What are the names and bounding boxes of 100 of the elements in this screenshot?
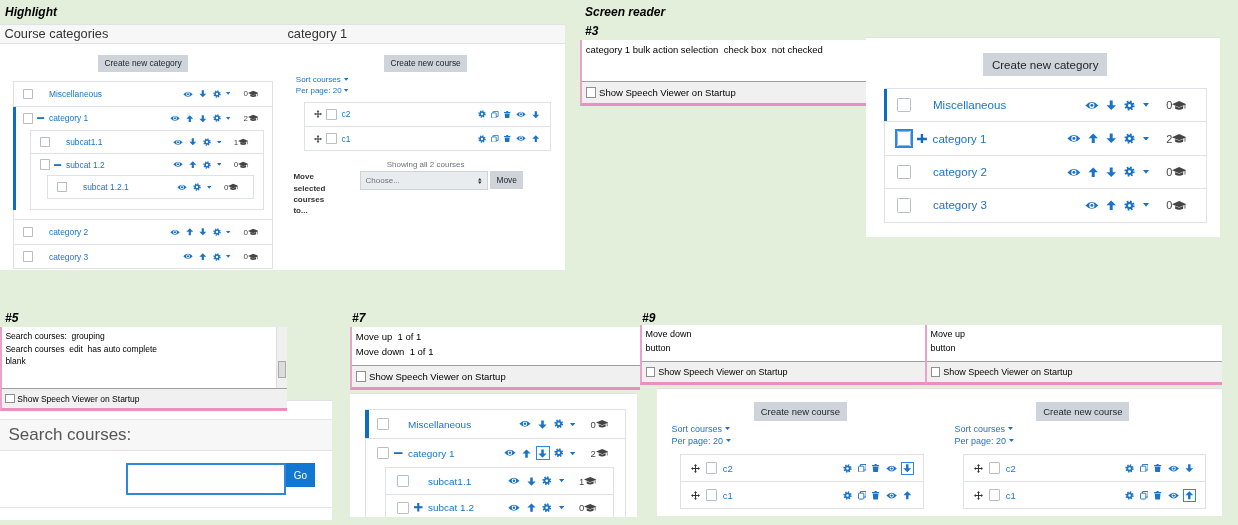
search-field[interactable] — [125, 463, 286, 496]
checkbox[interactable] — [930, 367, 941, 378]
category-link[interactable]: Miscellaneous — [49, 88, 103, 99]
category-link[interactable]: category 2 — [933, 165, 987, 178]
course-link[interactable]: c1 — [1005, 489, 1016, 501]
settings-icon[interactable] — [210, 87, 223, 101]
settings-icon[interactable] — [475, 132, 488, 145]
category-link[interactable]: subcat1.1 — [66, 137, 103, 148]
per-page-link[interactable]: Per page: 20 — [295, 85, 349, 95]
go-button[interactable]: Go — [285, 463, 315, 488]
trash-icon[interactable] — [1152, 461, 1164, 475]
checkbox[interactable] — [5, 394, 15, 404]
category-link[interactable]: subcat 1.2 — [66, 159, 105, 170]
checkbox[interactable] — [326, 109, 337, 120]
course-link[interactable]: c1 — [722, 489, 733, 501]
settings-icon[interactable] — [1121, 197, 1138, 214]
category-link[interactable]: category 1 — [407, 447, 455, 459]
checkbox[interactable] — [39, 136, 50, 148]
caret-icon[interactable] — [206, 185, 212, 189]
caret-icon[interactable] — [226, 255, 231, 258]
caret-icon[interactable] — [1009, 439, 1014, 443]
checkbox[interactable] — [22, 88, 33, 100]
minus-icon[interactable] — [394, 451, 403, 455]
category-link[interactable]: subcat1.1 — [427, 475, 472, 487]
checkbox[interactable] — [56, 182, 67, 193]
checkbox[interactable] — [896, 198, 911, 213]
sort-courses-link[interactable]: Sort courses — [954, 423, 1013, 434]
caret-icon[interactable] — [216, 163, 221, 166]
category-link[interactable]: Miscellaneous — [407, 418, 472, 430]
checkbox[interactable] — [988, 489, 1001, 502]
checkbox[interactable] — [896, 164, 911, 180]
settings-icon[interactable] — [210, 112, 223, 125]
checkbox[interactable] — [585, 87, 597, 98]
category-link[interactable]: subcat 1.2.1 — [83, 182, 129, 193]
trash-icon[interactable] — [870, 461, 882, 475]
down-arrow-icon[interactable] — [900, 461, 914, 475]
move-icon[interactable] — [313, 134, 322, 143]
course-link[interactable]: c2 — [722, 462, 733, 474]
caret-icon[interactable] — [1142, 203, 1149, 208]
caret-icon[interactable] — [1142, 170, 1149, 174]
category-link[interactable]: category 3 — [49, 251, 89, 262]
settings-icon[interactable] — [840, 461, 855, 475]
scrollbar[interactable] — [275, 327, 287, 389]
settings-icon[interactable] — [840, 488, 855, 503]
sort-courses-link[interactable]: Sort courses — [295, 74, 348, 84]
minus-icon[interactable] — [37, 117, 45, 120]
checkbox[interactable] — [376, 447, 389, 460]
settings-icon[interactable] — [475, 108, 488, 121]
create-category-button[interactable]: Create new category — [98, 54, 189, 73]
trash-icon[interactable] — [502, 132, 513, 145]
checkbox[interactable] — [988, 462, 1001, 474]
course-link[interactable]: c2 — [341, 109, 351, 120]
down-arrow-icon[interactable] — [535, 446, 550, 461]
course-link[interactable]: c1 — [341, 133, 351, 144]
trash-icon[interactable] — [502, 108, 513, 121]
category-link[interactable]: category 1 — [932, 132, 987, 145]
sort-courses-link[interactable]: Sort courses — [671, 423, 730, 434]
move-icon[interactable] — [691, 463, 701, 473]
checkbox[interactable] — [396, 474, 409, 488]
plus-icon[interactable] — [916, 133, 927, 144]
up-arrow-icon[interactable] — [519, 446, 534, 461]
checkbox[interactable] — [376, 418, 389, 431]
checkbox[interactable] — [39, 159, 50, 170]
settings-icon[interactable] — [1122, 488, 1137, 503]
up-arrow-icon[interactable] — [1182, 488, 1196, 502]
category-link[interactable]: category 1 — [49, 113, 89, 124]
move-icon[interactable] — [974, 490, 984, 500]
move-button[interactable]: Move — [490, 171, 524, 189]
settings-icon[interactable] — [200, 158, 214, 171]
checkbox[interactable] — [396, 501, 409, 514]
category-link[interactable]: category 3 — [933, 199, 987, 212]
settings-icon[interactable] — [1121, 130, 1138, 147]
caret-icon[interactable] — [1142, 136, 1149, 141]
create-course-button[interactable]: Create new course — [384, 54, 468, 73]
settings-icon[interactable] — [190, 181, 204, 194]
trash-icon[interactable] — [1152, 488, 1164, 502]
caret-icon[interactable] — [558, 506, 564, 510]
move-icon[interactable] — [974, 463, 984, 473]
copy-icon[interactable] — [488, 132, 501, 145]
caret-icon[interactable] — [226, 230, 231, 234]
plus-icon[interactable] — [414, 503, 423, 512]
settings-icon[interactable] — [200, 135, 214, 149]
caret-icon[interactable] — [343, 77, 348, 81]
caret-icon[interactable] — [1142, 103, 1149, 107]
minus-icon[interactable] — [54, 163, 62, 166]
move-icon[interactable] — [691, 490, 701, 500]
create-course-button[interactable]: Create new course — [1036, 401, 1130, 422]
settings-icon[interactable] — [210, 225, 223, 239]
copy-icon[interactable] — [855, 461, 869, 475]
caret-icon[interactable] — [216, 140, 221, 144]
checkbox[interactable] — [326, 133, 337, 144]
caret-icon[interactable] — [570, 422, 576, 426]
settings-icon[interactable] — [1122, 461, 1137, 475]
create-category-button[interactable]: Create new category — [983, 53, 1108, 76]
copy-icon[interactable] — [855, 488, 869, 502]
caret-icon[interactable] — [226, 117, 231, 120]
caret-icon[interactable] — [558, 479, 564, 483]
create-course-button[interactable]: Create new course — [753, 401, 847, 422]
category-link[interactable]: Miscellaneous — [933, 99, 1007, 112]
checkbox[interactable] — [355, 371, 367, 382]
